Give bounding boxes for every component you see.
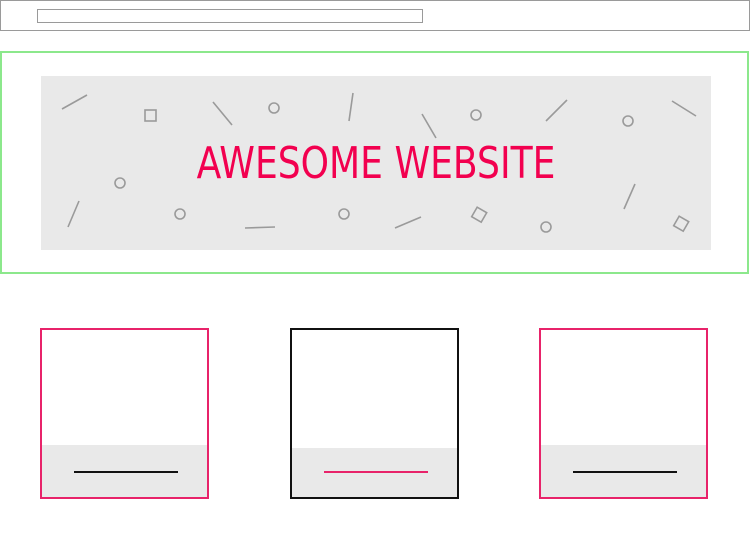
card-caption-placeholder [573,471,677,473]
address-bar[interactable] [37,9,423,23]
browser-toolbar [0,0,750,31]
feature-card-3[interactable] [539,328,708,499]
card-image-placeholder [292,330,457,451]
card-footer [292,448,457,497]
card-image-placeholder [42,330,207,448]
card-footer [541,445,706,497]
hero-banner: AWESOME WEBSITE [41,76,711,250]
feature-card-2[interactable] [290,328,459,499]
feature-card-1[interactable] [40,328,209,499]
card-footer [42,445,207,497]
card-caption-placeholder [74,471,178,473]
card-caption-placeholder [324,471,428,473]
card-image-placeholder [541,330,706,448]
hero-section: AWESOME WEBSITE [0,51,749,274]
hero-title: AWESOME WEBSITE [196,137,556,189]
